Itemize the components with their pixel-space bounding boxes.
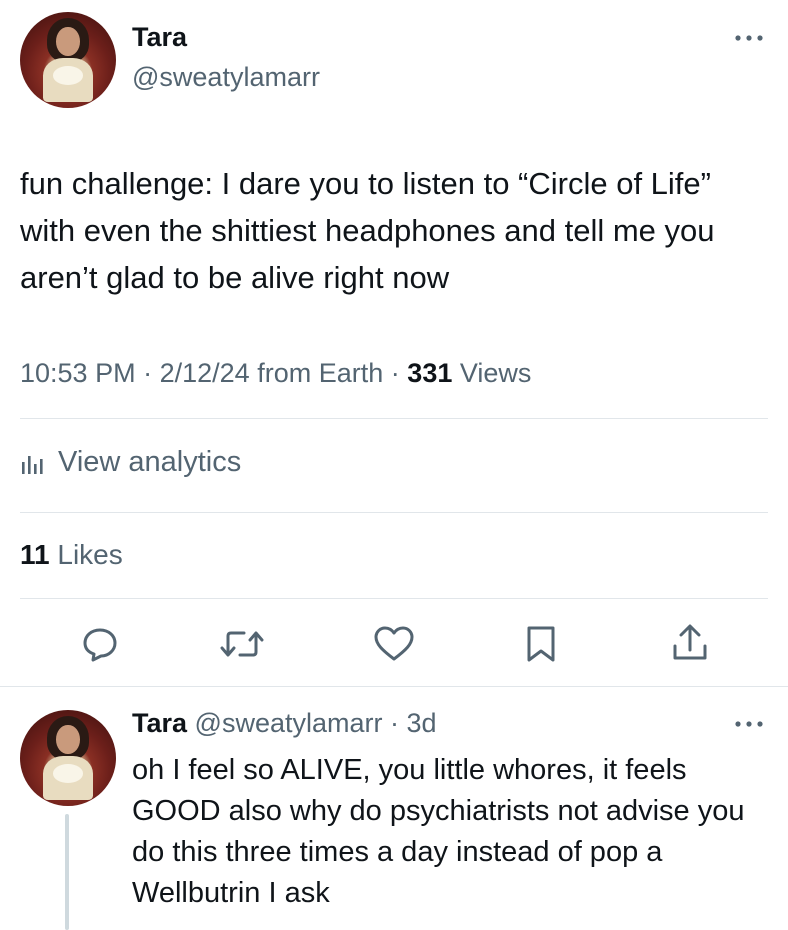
views-label: Views bbox=[459, 358, 532, 388]
avatar-highlight bbox=[52, 763, 84, 783]
analytics-icon bbox=[20, 450, 46, 476]
author-avatar[interactable] bbox=[20, 12, 116, 108]
tweet-date[interactable]: 2/12/24 bbox=[160, 358, 250, 388]
tweet-time[interactable]: 10:53 PM bbox=[20, 358, 136, 388]
divider bbox=[20, 598, 768, 599]
reply-more-options-icon[interactable] bbox=[734, 720, 764, 728]
divider bbox=[20, 418, 768, 419]
likes-count-link[interactable]: 11 Likes bbox=[20, 539, 123, 571]
avatar-face bbox=[56, 27, 80, 57]
likes-label: Likes bbox=[57, 539, 123, 570]
view-analytics-label: View analytics bbox=[58, 446, 242, 478]
thread-line bbox=[65, 814, 69, 930]
avatar-face bbox=[56, 725, 80, 755]
author-name[interactable]: Tara bbox=[132, 22, 187, 53]
divider bbox=[20, 512, 768, 513]
reply-header: Tara @sweatylamarr · 3d bbox=[132, 708, 437, 739]
share-icon[interactable] bbox=[670, 622, 710, 664]
divider bbox=[0, 686, 788, 687]
reply-age[interactable]: 3d bbox=[407, 708, 437, 738]
bookmark-icon[interactable] bbox=[524, 624, 558, 664]
reply-icon[interactable] bbox=[80, 624, 120, 664]
tweet-text: fun challenge: I dare you to listen to “… bbox=[20, 166, 715, 295]
view-analytics-button[interactable]: View analytics bbox=[20, 446, 241, 479]
more-options-icon[interactable] bbox=[734, 34, 764, 42]
reply-separator: · bbox=[390, 708, 400, 738]
reply-author-name[interactable]: Tara bbox=[132, 708, 187, 738]
tweet-meta: 10:53 PM · 2/12/24 from Earth · 331 View… bbox=[20, 358, 531, 389]
tweet-source: from Earth bbox=[257, 358, 384, 388]
likes-count: 11 bbox=[20, 539, 50, 570]
meta-separator: · bbox=[390, 358, 400, 388]
views-count: 331 bbox=[407, 358, 453, 388]
reply-text: oh I feel so ALIVE, you little whores, i… bbox=[132, 754, 745, 909]
reply-author-avatar[interactable] bbox=[20, 710, 116, 806]
author-handle[interactable]: @sweatylamarr bbox=[132, 62, 320, 93]
retweet-icon[interactable] bbox=[218, 624, 266, 664]
reply-author-handle[interactable]: @sweatylamarr bbox=[195, 708, 383, 738]
like-heart-icon[interactable] bbox=[372, 624, 416, 664]
meta-separator: · bbox=[143, 358, 153, 388]
avatar-highlight bbox=[52, 65, 84, 85]
